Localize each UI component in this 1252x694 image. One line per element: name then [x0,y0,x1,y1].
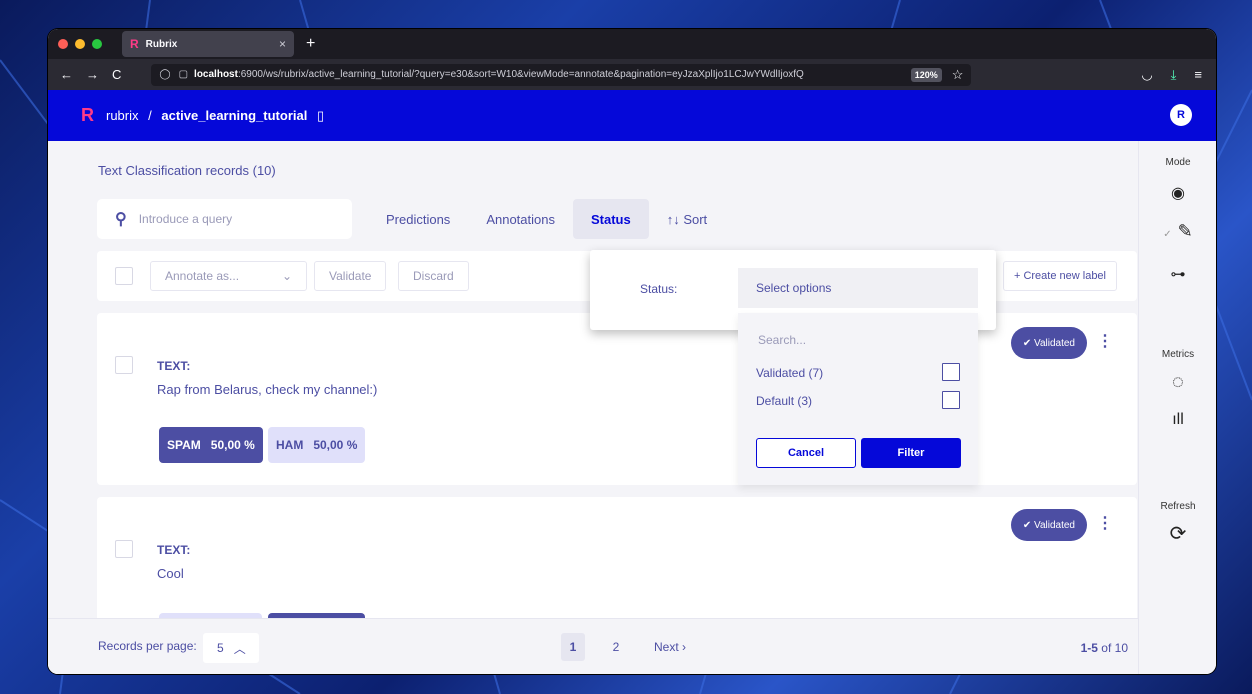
status-search-input[interactable]: Search... [758,333,806,347]
records-range: 1-5 of 10 [1081,641,1128,655]
chevron-up-icon: ︿ [233,641,246,656]
validated-badge[interactable]: ✔ Validated [1010,327,1087,359]
zoom-badge[interactable]: 120% [910,67,942,82]
record-checkbox[interactable] [115,540,133,558]
more-options-icon[interactable]: ⋮ [1097,331,1113,351]
option-validated-checkbox[interactable] [942,363,960,381]
label-chip-ham[interactable]: HAM 50,00 % [268,427,366,463]
bookmark-star-icon[interactable]: ☆ [952,67,964,83]
avatar[interactable]: R [1170,104,1192,126]
annotate-pencil-icon[interactable]: ✓ ✎ [1139,221,1216,242]
filter-button[interactable]: Filter [861,438,961,468]
reload-icon[interactable]: C [112,67,121,82]
close-tab-icon[interactable]: × [279,37,286,51]
shield-icon: ◯ [159,69,171,80]
records-per-page-select[interactable]: 5 ︿ [203,633,259,663]
select-all-checkbox[interactable] [115,267,133,285]
discard-button[interactable]: Discard [398,261,469,291]
navigation-bar: ← → C ◯ ▢ localhost :6900/ws/rubrix/acti… [48,59,1216,90]
annotate-as-label: Annotate as... [165,269,240,283]
status-label: Status: [640,282,678,296]
minimize-window-button[interactable] [75,39,85,49]
browser-window: R Rubrix × + ← → C ◯ ▢ localhost :6900/w… [48,29,1216,674]
option-default-checkbox[interactable] [942,391,960,409]
progress-circle-icon[interactable]: ◌ [1139,371,1216,394]
range-value: 1-5 [1080,641,1098,655]
hierarchy-icon[interactable]: ⊶ [1139,265,1216,283]
browser-tab[interactable]: R Rubrix × [122,31,294,57]
close-window-button[interactable] [58,39,68,49]
check-icon: ✓ [1163,229,1172,240]
record-field-label: TEXT: [157,359,191,373]
option-validated-label[interactable]: Validated (7) [756,366,823,380]
validated-badge[interactable]: ✔ Validated [1010,509,1087,541]
search-input[interactable]: ⚲ Introduce a query [97,199,352,239]
page-2-button[interactable]: 2 [604,633,628,661]
search-placeholder: Introduce a query [138,212,233,226]
page-icon: ▢ [178,69,189,80]
refresh-icon[interactable]: ⟳ [1139,521,1216,546]
chip-name: HAM [276,438,304,452]
cancel-button[interactable]: Cancel [756,438,856,468]
record-field-label: TEXT: [157,543,191,557]
records-per-page-label: Records per page: [98,639,197,653]
url-path: :6900/ws/rubrix/active_learning_tutorial… [237,69,804,80]
create-label-button[interactable]: + Create new label [1002,261,1117,291]
right-sidebar: Mode ◉ ✓ ✎ ⊶ Metrics ◌ ıll Refresh ⟳ [1138,141,1216,674]
breadcrumb-dataset: active_learning_tutorial [161,107,308,123]
record-text: Rap from Belarus, check my channel:) [157,382,378,397]
filter-bar: Predictions Annotations Status ↑↓ Sort [368,199,725,239]
breadcrumb: rubrix / active_learning_tutorial ▯ [106,108,324,124]
breadcrumb-separator: / [148,107,152,123]
page-title: Text Classification records (10) [98,163,276,178]
url-host: localhost [194,69,238,80]
filter-annotations[interactable]: Annotations [468,199,573,239]
records-per-page-value: 5 [217,641,224,655]
copy-icon[interactable]: ▯ [317,108,324,123]
tab-bar: R Rubrix × + [48,29,1216,59]
back-arrow-icon[interactable]: ← [60,67,73,82]
forward-arrow-icon[interactable]: → [86,67,99,82]
sort-button[interactable]: ↑↓ Sort [649,199,725,239]
status-select[interactable]: Select options [738,268,978,308]
breadcrumb-workspace[interactable]: rubrix [106,108,139,123]
option-default-label[interactable]: Default (3) [756,394,812,408]
mode-heading: Mode [1165,157,1191,168]
pagination-footer: Records per page: 5 ︿ 1 2 Next › 1-5 of … [48,618,1138,674]
explore-eye-icon[interactable]: ◉ [1139,183,1216,203]
chevron-down-icon: ⌄ [281,269,292,283]
metrics-heading: Metrics [1161,349,1195,360]
filter-predictions[interactable]: Predictions [368,199,468,239]
annotate-as-dropdown[interactable]: Annotate as... ⌄ [150,261,307,291]
new-tab-icon[interactable]: + [306,35,315,53]
bar-chart-icon[interactable]: ıll [1139,411,1216,429]
maximize-window-button[interactable] [92,39,102,49]
tab-title: Rubrix [145,38,178,50]
page-1-button[interactable]: 1 [561,633,585,661]
app-header: R rubrix / active_learning_tutorial ▯ R [48,90,1216,141]
chip-name: SPAM [167,438,201,452]
filter-status[interactable]: Status [572,199,649,239]
chip-score: 50,00 % [210,438,255,452]
refresh-heading: Refresh [1160,501,1196,512]
record-checkbox[interactable] [115,356,133,374]
url-field[interactable]: ◯ ▢ localhost :6900/ws/rubrix/active_lea… [151,63,972,86]
search-icon: ⚲ [115,211,127,228]
record-text: Cool [157,566,184,581]
status-options-dropdown: Search... Validated (7) Default (3) Canc… [738,313,978,485]
validate-button[interactable]: Validate [314,261,387,291]
window-controls [58,39,102,49]
next-page-button[interactable]: Next › [654,633,686,661]
download-icon[interactable]: ⤓ [1171,67,1177,83]
record-card: TEXT: Rap from Belarus, check my channel… [97,313,1137,485]
menu-icon[interactable]: ≡ [1194,67,1202,83]
chip-score: 50,00 % [313,438,358,452]
more-options-icon[interactable]: ⋮ [1097,513,1113,533]
label-chip-spam[interactable]: SPAM 50,00 % [159,427,263,463]
range-total: of 10 [1101,641,1128,655]
pocket-icon[interactable]: ◡ [1141,67,1152,83]
rubrix-logo-icon: R [130,37,139,51]
rubrix-logo[interactable]: R [81,105,94,126]
